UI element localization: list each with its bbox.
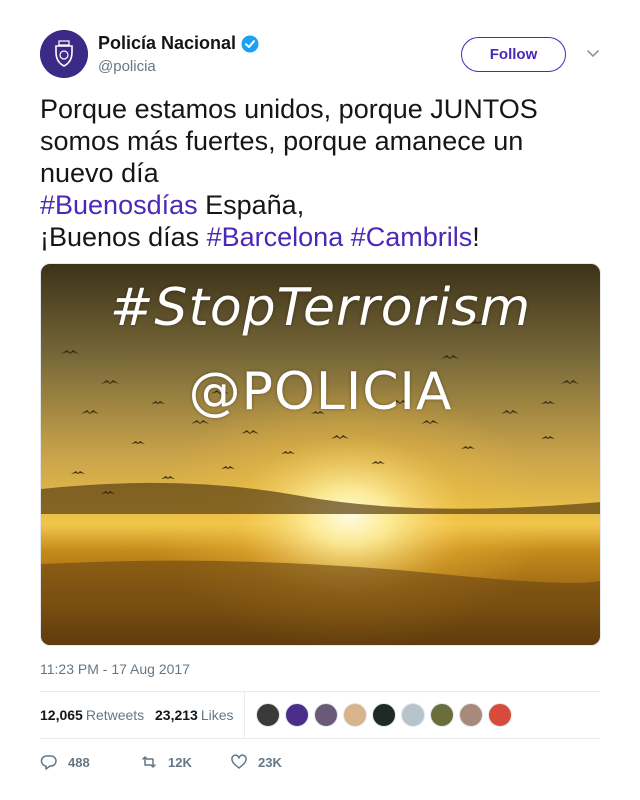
likes-stat[interactable]: 23,213 Likes [155, 707, 234, 723]
hashtag-link[interactable]: #Barcelona [207, 222, 344, 252]
image-overlay-hashtag: #StopTerrorism [109, 278, 532, 338]
tweet-text-fragment: ! [472, 222, 480, 252]
tweet-stats: 12,065 Retweets 23,213 Likes [40, 692, 600, 738]
tweet-actions: 488 12K 23K [40, 750, 600, 774]
tweet-image[interactable]: #StopTerrorism @POLICIA [40, 263, 601, 646]
divider [40, 738, 600, 739]
liker-avatars [256, 703, 517, 727]
likes-label: Likes [200, 707, 234, 723]
hashtag-link[interactable]: #Cambrils [351, 222, 473, 252]
image-overlay-handle: @POLICIA [188, 362, 453, 422]
retweets-count: 12,065 [40, 707, 83, 723]
follow-button[interactable]: Follow [461, 37, 566, 72]
hashtag-link[interactable]: #Buenosdías [40, 190, 198, 220]
reply-button[interactable]: 488 [40, 750, 110, 774]
liker-avatar[interactable] [256, 703, 280, 727]
tweet-text: Porque estamos unidos, porque JUNTOS som… [40, 93, 600, 253]
retweets-label: Retweets [85, 707, 145, 723]
retweets-stat[interactable]: 12,065 Retweets [40, 707, 144, 723]
retweet-button[interactable]: 12K [140, 750, 200, 774]
retweet-icon [142, 756, 156, 768]
liker-avatar[interactable] [372, 703, 396, 727]
name-row: Policía Nacional [98, 33, 259, 54]
tweet-line: Porque estamos unidos, porque JUNTOS [40, 94, 538, 124]
tweet-text-fragment [343, 222, 351, 252]
tweet-line: ¡Buenos días #Barcelona #Cambrils! [40, 221, 600, 253]
reply-icon [40, 755, 57, 770]
likes-count: 23,213 [155, 707, 198, 723]
liker-avatar[interactable] [314, 703, 338, 727]
tweet-line: #Buenosdías España, [40, 189, 600, 221]
liker-avatar[interactable] [488, 703, 512, 727]
like-count: 23K [258, 754, 282, 770]
verified-badge-icon [241, 35, 259, 53]
liker-avatar[interactable] [430, 703, 454, 727]
reply-count: 488 [68, 754, 90, 770]
tweet-text-fragment: España, [197, 190, 305, 220]
divider [244, 692, 245, 738]
tweet-header: Policía Nacional @policia Follow [40, 30, 600, 82]
heart-icon [231, 754, 247, 769]
liker-avatar[interactable] [401, 703, 425, 727]
tweet-text-fragment: ¡Buenos días [40, 222, 207, 252]
avatar[interactable] [40, 30, 88, 78]
chevron-down-icon[interactable] [585, 45, 601, 61]
account-handle[interactable]: @policia [98, 58, 156, 75]
tweet-line: somos más fuertes, porque amanece un [40, 126, 524, 156]
tweet-line: nuevo día [40, 158, 159, 188]
display-name[interactable]: Policía Nacional [98, 33, 236, 54]
liker-avatar[interactable] [459, 703, 483, 727]
like-button[interactable]: 23K [230, 750, 300, 774]
liker-avatar[interactable] [285, 703, 309, 727]
tweet-timestamp[interactable]: 11:23 PM - 17 Aug 2017 [40, 661, 190, 677]
liker-avatar[interactable] [343, 703, 367, 727]
retweet-count: 12K [168, 754, 192, 770]
